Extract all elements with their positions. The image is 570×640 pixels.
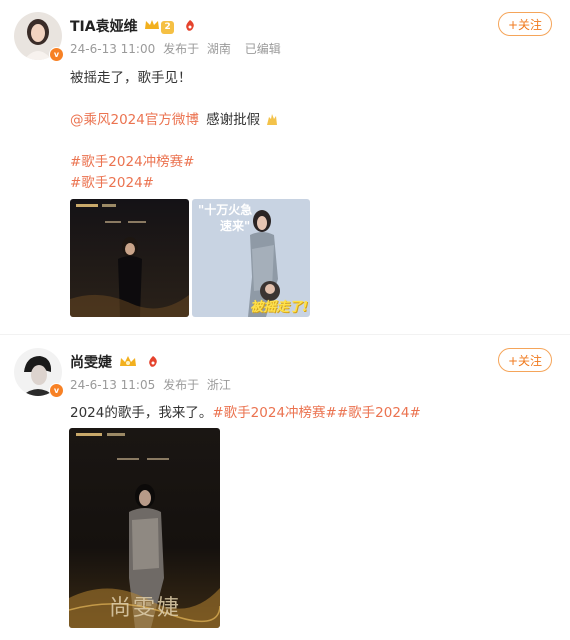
post-text-line1: 被摇走了，歌手见！ bbox=[70, 70, 192, 86]
post-timestamp[interactable]: 24-6-13 11:05 bbox=[70, 378, 155, 392]
hashtag-link-2[interactable]: #歌手2024# bbox=[70, 171, 154, 191]
post-image-1[interactable] bbox=[70, 199, 189, 317]
image-caption-bottom: 被摇走了! bbox=[250, 300, 308, 315]
image-caption: 尚雯婕 bbox=[109, 596, 182, 621]
weibo-post-1: v TIA袁娅维 2 24-6-13 11:00 发布于 湖南 已编辑 +关注 … bbox=[0, 0, 570, 330]
hashtag-link-1[interactable]: #歌手2024冲榜赛# bbox=[70, 150, 194, 170]
source-label: 发布于 bbox=[163, 378, 200, 392]
post-meta: 24-6-13 11:00 发布于 湖南 已编辑 bbox=[70, 40, 285, 57]
post-meta: 24-6-13 11:05 发布于 浙江 bbox=[70, 376, 235, 393]
edited-label: 已编辑 bbox=[244, 42, 281, 56]
mascot-icon bbox=[184, 19, 196, 36]
verified-badge-icon: v bbox=[49, 383, 64, 398]
source-label: 发布于 bbox=[163, 42, 200, 56]
author-name[interactable]: 尚雯婕 bbox=[70, 352, 159, 372]
hashtag-links[interactable]: #歌手2024冲榜赛##歌手2024# bbox=[212, 405, 420, 421]
post-text-body: 2024的歌手，我来了。 bbox=[70, 405, 213, 421]
crown-icon bbox=[144, 19, 160, 35]
post-image-2[interactable]: "十万火急 速来" 被摇走了! bbox=[192, 199, 310, 317]
post-mention-line: @乘风2024官方微博 感谢批假 bbox=[70, 108, 280, 128]
caption-top-line2: 速来" bbox=[220, 219, 251, 233]
verified-badge-icon: v bbox=[49, 47, 64, 62]
clap-emoji-icon bbox=[264, 112, 280, 128]
mention-suffix: 感谢批假 bbox=[206, 112, 261, 128]
mascot-icon bbox=[147, 355, 159, 372]
follow-button[interactable]: +关注 bbox=[498, 348, 552, 372]
author-name-text[interactable]: TIA袁娅维 bbox=[70, 19, 138, 35]
author-name-text[interactable]: 尚雯婕 bbox=[70, 355, 112, 371]
follow-button[interactable]: +关注 bbox=[498, 12, 552, 36]
mention-link[interactable]: @乘风2024官方微博 bbox=[70, 112, 199, 128]
post-divider bbox=[0, 334, 570, 335]
weibo-post-2: v 尚雯婕 24-6-13 11:05 发布于 浙江 +关注 2024的歌手，我… bbox=[0, 340, 570, 640]
caption-top-line1: "十万火急 bbox=[198, 203, 253, 217]
crown-icon bbox=[119, 355, 137, 372]
location: 湖南 bbox=[206, 42, 231, 56]
image-caption-top: "十万火急 速来" bbox=[198, 202, 252, 234]
post-timestamp[interactable]: 24-6-13 11:00 bbox=[70, 42, 155, 56]
author-name[interactable]: TIA袁娅维 2 bbox=[70, 16, 196, 36]
post-image-1[interactable]: 尚雯婕 bbox=[69, 428, 220, 628]
location: 浙江 bbox=[206, 378, 231, 392]
post-text: 2024的歌手，我来了。#歌手2024冲榜赛##歌手2024# bbox=[70, 401, 421, 421]
vip-level-badge: 2 bbox=[161, 20, 174, 34]
